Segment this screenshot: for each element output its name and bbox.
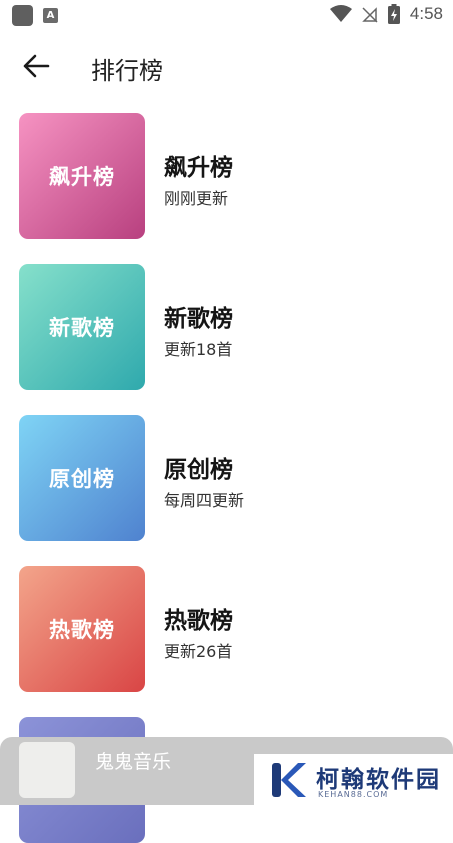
- battery-charging-icon: [387, 4, 400, 24]
- app-a-icon: A: [43, 8, 58, 23]
- arrow-back-icon: [23, 54, 50, 78]
- notification-square-icon: [12, 5, 33, 26]
- wifi-icon: [329, 5, 352, 22]
- no-signal-icon: [362, 7, 378, 23]
- ranking-cover-label: 飙升榜: [49, 165, 115, 189]
- status-time: 4:58: [409, 4, 443, 23]
- app-bar: 排行榜: [0, 32, 453, 104]
- ranking-cover-label: 热歌榜: [49, 618, 115, 642]
- ranking-title: 飙升榜: [164, 155, 233, 181]
- ranking-subtitle: 更新26首: [164, 642, 233, 661]
- status-bar: A 4:58: [0, 0, 453, 32]
- ranking-cover: 原创榜: [19, 415, 145, 541]
- kehan-logo-icon: [272, 763, 306, 797]
- watermark-text: 柯翰软件园: [316, 767, 441, 793]
- ranking-cover-label: 新歌榜: [49, 316, 115, 340]
- ranking-title: 热歌榜: [164, 608, 233, 634]
- ranking-item[interactable]: 热歌榜 热歌榜 更新26首: [0, 566, 453, 692]
- ranking-subtitle: 每周四更新: [164, 491, 245, 510]
- ranking-item[interactable]: 新歌榜 新歌榜 更新18首: [0, 264, 453, 390]
- ranking-cover: 新歌榜: [19, 264, 145, 390]
- player-title: 鬼鬼音乐: [95, 751, 172, 773]
- ranking-subtitle: 刚刚更新: [164, 189, 229, 208]
- player-album-art[interactable]: [19, 742, 75, 798]
- ranking-item[interactable]: 飙升榜 飙升榜 刚刚更新: [0, 113, 453, 239]
- ranking-cover: 飙升榜: [19, 113, 145, 239]
- watermark-logo: 柯翰软件园 KEHAN88.COM: [254, 754, 453, 805]
- watermark-subtext: KEHAN88.COM: [318, 790, 389, 799]
- ranking-subtitle: 更新18首: [164, 340, 233, 359]
- ranking-title: 原创榜: [164, 457, 233, 483]
- ranking-title: 新歌榜: [164, 306, 233, 332]
- ranking-item[interactable]: 原创榜 原创榜 每周四更新: [0, 415, 453, 541]
- ranking-cover: 热歌榜: [19, 566, 145, 692]
- page-title: 排行榜: [91, 57, 163, 85]
- ranking-cover-label: 原创榜: [49, 467, 115, 491]
- back-button[interactable]: [20, 50, 52, 82]
